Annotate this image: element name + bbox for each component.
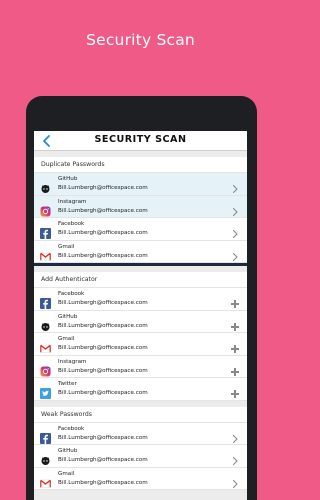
list-item-facebook[interactable]: Facebook Bill.Lumbergh@officespace.com — [34, 288, 247, 311]
account-email: Bill.Lumbergh@officespace.com — [58, 479, 148, 486]
account-email: Bill.Lumbergh@officespace.com — [58, 457, 148, 463]
section-title: Duplicate Passwords — [34, 157, 247, 173]
gmail-icon — [40, 474, 51, 488]
app-bar: SECURITY SCAN — [34, 131, 247, 151]
github-icon — [40, 317, 51, 331]
chevron-right-icon[interactable] — [230, 247, 240, 261]
section-duplicate-passwords: Duplicate Passwords GitHub Bill.Lumbergh@… — [34, 157, 247, 266]
account-email: Bill.Lumbergh@officespace.com — [58, 207, 148, 214]
instagram-icon — [40, 362, 51, 376]
chevron-right-icon[interactable] — [230, 224, 240, 239]
promo-title: Security Scan — [86, 31, 195, 49]
chevron-right-icon[interactable] — [230, 179, 240, 194]
chevron-right-icon[interactable] — [230, 202, 240, 216]
plus-icon[interactable] — [230, 362, 240, 376]
service-name: Instagram — [58, 358, 87, 365]
account-email: Bill.Lumbergh@officespace.com — [58, 252, 148, 259]
facebook-icon — [40, 429, 51, 444]
service-name: Gmail — [58, 336, 75, 342]
page-title: SECURITY SCAN — [94, 134, 187, 145]
plus-icon[interactable] — [230, 294, 240, 308]
service-name: GitHub — [58, 176, 78, 182]
account-email: Bill.Lumbergh@officespace.com — [58, 390, 148, 396]
facebook-icon — [40, 224, 51, 239]
service-name: Gmail — [58, 470, 75, 477]
service-name: Twitter — [58, 381, 77, 387]
service-name: Facebook — [58, 425, 85, 432]
github-icon — [40, 179, 51, 193]
list-item-instagram[interactable]: Instagram Bill.Lumbergh@officespace.com — [34, 195, 247, 218]
list-item-instagram[interactable]: Instagram Bill.Lumbergh@officespace.com — [34, 355, 247, 378]
chevron-right-icon[interactable] — [230, 451, 240, 466]
list-item-gmail[interactable]: Gmail Bill.Lumbergh@officespace.com — [34, 240, 247, 263]
list-item-github[interactable]: GitHub Bill.Lumbergh@officespace.com — [34, 445, 247, 468]
twitter-icon — [40, 384, 51, 399]
service-name: Facebook — [58, 221, 85, 227]
account-email: Bill.Lumbergh@officespace.com — [58, 230, 148, 236]
account-email: Bill.Lumbergh@officespace.com — [58, 322, 148, 329]
instagram-icon — [40, 202, 51, 216]
section-weak-passwords: Weak Passwords Facebook Bill.Lumbergh@off… — [34, 406, 247, 490]
facebook-icon — [40, 294, 51, 309]
account-email: Bill.Lumbergh@officespace.com — [58, 300, 148, 306]
list-item-facebook[interactable]: Facebook Bill.Lumbergh@officespace.com — [34, 218, 247, 241]
app-screen: SECURITY SCAN Duplicate Passwords GitHub… — [34, 131, 247, 500]
github-icon — [40, 451, 51, 465]
list-item-gmail[interactable]: Gmail Bill.Lumbergh@officespace.com — [34, 467, 247, 490]
list-item-twitter[interactable]: Twitter Bill.Lumbergh@officespace.com — [34, 378, 247, 401]
list-item-github[interactable]: GitHub Bill.Lumbergh@officespace.com — [34, 310, 247, 333]
account-email: Bill.Lumbergh@officespace.com — [58, 367, 148, 374]
service-name: GitHub — [58, 313, 78, 320]
list-item-gmail[interactable]: Gmail Bill.Lumbergh@officespace.com — [34, 333, 247, 356]
account-email: Bill.Lumbergh@officespace.com — [58, 434, 148, 441]
plus-icon[interactable] — [230, 317, 240, 331]
chevron-right-icon[interactable] — [230, 429, 240, 443]
account-email: Bill.Lumbergh@officespace.com — [58, 185, 148, 191]
gmail-icon — [40, 247, 51, 261]
section-title: Weak Passwords — [34, 407, 247, 423]
service-name: GitHub — [58, 448, 78, 454]
section-add-authenticator: Add Authenticator Facebook Bill.Lumbergh@… — [34, 272, 247, 401]
chevron-right-icon[interactable] — [230, 474, 240, 488]
plus-icon[interactable] — [230, 384, 240, 398]
list-item-github[interactable]: GitHub Bill.Lumbergh@officespace.com — [34, 173, 247, 196]
section-title: Add Authenticator — [34, 272, 247, 288]
list-item-facebook[interactable]: Facebook Bill.Lumbergh@officespace.com — [34, 422, 247, 445]
service-name: Instagram — [58, 198, 87, 205]
gmail-icon — [40, 339, 51, 353]
plus-icon[interactable] — [230, 339, 240, 353]
service-name: Gmail — [58, 243, 75, 250]
service-name: Facebook — [58, 291, 85, 297]
account-email: Bill.Lumbergh@officespace.com — [58, 345, 148, 351]
